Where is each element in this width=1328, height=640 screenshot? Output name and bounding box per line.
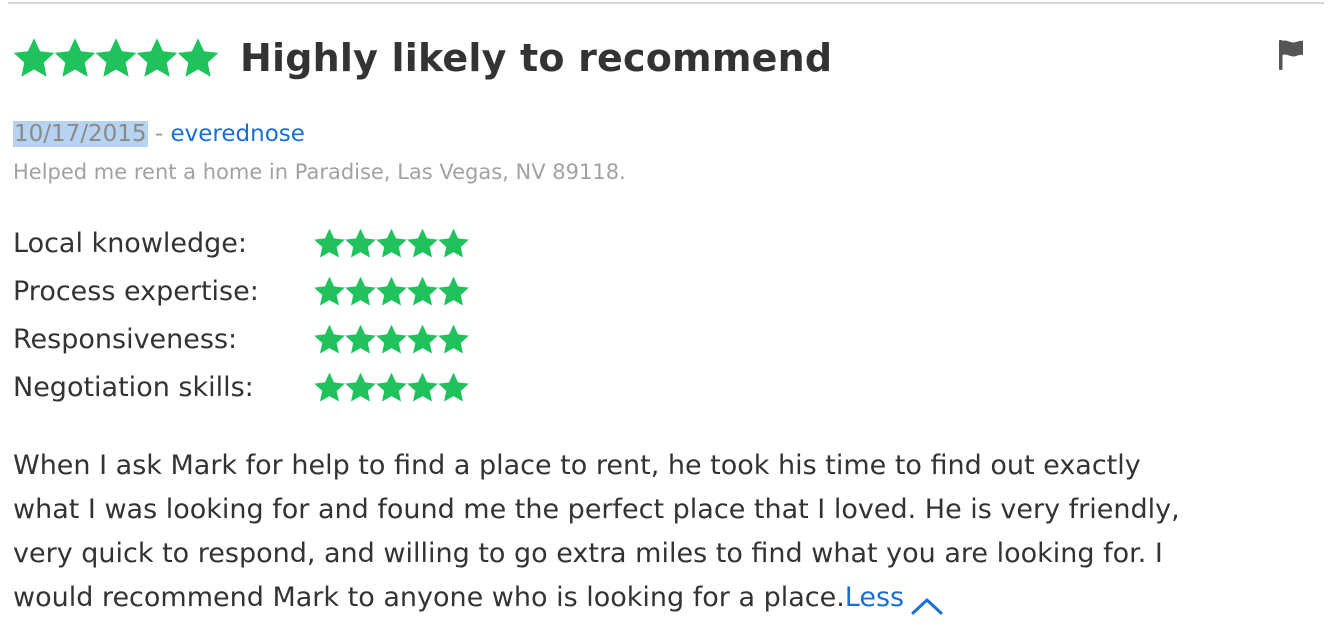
sub-rating-row: Responsiveness: — [13, 315, 513, 363]
star-icon — [177, 38, 219, 77]
review-headline: Highly likely to recommend — [240, 36, 833, 80]
star-icon — [136, 38, 178, 77]
sub-rating-label: Responsiveness: — [13, 323, 238, 355]
sub-rating-stars — [313, 371, 469, 404]
reviewer-link[interactable]: everednose — [171, 121, 305, 147]
meta-separator: - — [154, 121, 164, 147]
less-label: Less — [844, 582, 905, 613]
star-icon — [345, 276, 376, 306]
divider — [8, 2, 1324, 4]
flag-icon-graphic — [1279, 40, 1303, 70]
star-icon — [54, 38, 96, 77]
review-meta: 10/17/2015 - everednose — [13, 121, 305, 147]
star-icon — [438, 372, 469, 402]
star-icon — [345, 372, 376, 402]
less-link[interactable]: Less — [845, 576, 944, 620]
star-icon — [95, 38, 137, 77]
star-icon — [438, 228, 469, 258]
star-icon — [345, 324, 376, 354]
sub-rating-stars — [313, 323, 469, 356]
sub-rating-label: Local knowledge: — [13, 227, 248, 259]
chevron-up-icon — [910, 587, 944, 615]
star-icon — [13, 38, 55, 77]
sub-rating-stars — [313, 275, 469, 308]
star-icon — [314, 324, 345, 354]
star-icon — [376, 372, 407, 402]
star-icon — [407, 372, 438, 402]
sub-rating-row: Process expertise: — [13, 267, 513, 315]
star-icon — [376, 228, 407, 258]
sub-rating-stars — [313, 227, 469, 260]
review-body: When I ask Mark for help to find a place… — [13, 444, 1313, 620]
star-icon — [345, 228, 376, 258]
review-body-line-text: would recommend Mark to anyone who is lo… — [13, 582, 845, 613]
star-icon — [407, 276, 438, 306]
sub-rating-row: Local knowledge: — [13, 219, 513, 267]
star-icon — [407, 324, 438, 354]
review-body-line: what I was looking for and found me the … — [13, 494, 1180, 525]
star-icon — [438, 324, 469, 354]
star-icon — [376, 276, 407, 306]
star-icon — [314, 372, 345, 402]
flag-icon[interactable] — [1277, 38, 1305, 72]
review-date: 10/17/2015 — [13, 121, 148, 147]
sub-rating-label: Process expertise: — [13, 275, 259, 307]
review-body-line-last: would recommend Mark to anyone who is lo… — [13, 576, 1313, 620]
sub-rating-row: Negotiation skills: — [13, 363, 513, 411]
star-icon — [438, 276, 469, 306]
overall-rating-stars — [12, 36, 219, 80]
transaction-description: Helped me rent a home in Paradise, Las V… — [13, 160, 626, 184]
sub-ratings: Local knowledge: Process expertise: Respon… — [13, 219, 513, 411]
star-icon — [314, 228, 345, 258]
review-body-line: When I ask Mark for help to find a place… — [13, 450, 1141, 481]
review-body-line: very quick to respond, and willing to go… — [13, 538, 1163, 569]
star-icon — [376, 324, 407, 354]
sub-rating-label: Negotiation skills: — [13, 371, 254, 403]
review-card: Highly likely to recommend 10/17/2015 - … — [0, 0, 1328, 640]
review-header: Highly likely to recommend — [12, 28, 832, 88]
star-icon — [314, 276, 345, 306]
star-icon — [407, 228, 438, 258]
